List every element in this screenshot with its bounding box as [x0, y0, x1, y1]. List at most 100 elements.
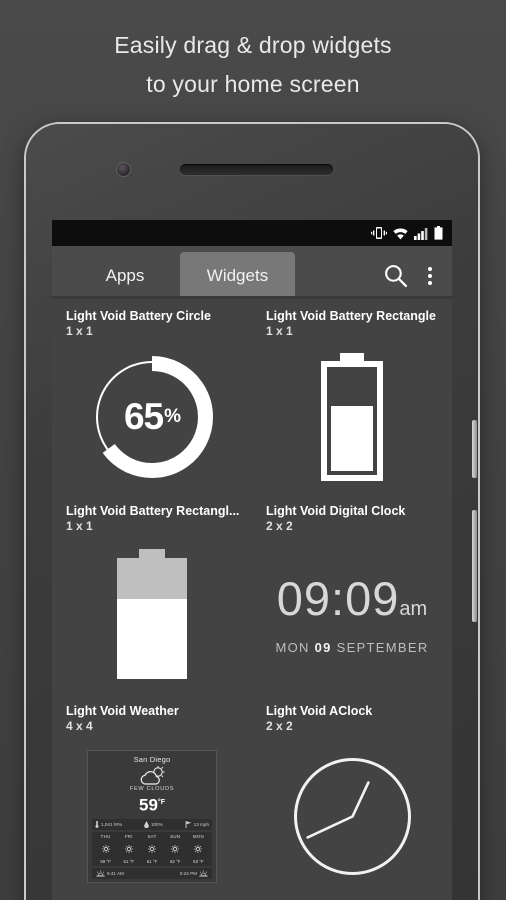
forecast-day: SAT 61 °F: [140, 834, 163, 864]
battery-percent-unit: %: [164, 405, 181, 427]
promo-headline: Easily drag & drop widgets to your home …: [0, 26, 506, 104]
power-button[interactable]: [472, 420, 477, 478]
tab-widgets-label: Widgets: [206, 265, 269, 285]
wifi-icon: [393, 227, 408, 239]
weather-humidity: 100%: [144, 820, 163, 828]
weather-wind: 13 mph: [185, 820, 209, 828]
forecast-temp: 63 °F: [193, 858, 204, 864]
weather-condition-icon-wrap: [92, 764, 212, 786]
widget-label-aclock: Light Void AClock 2 x 2: [252, 704, 452, 734]
weather-city: San Diego: [133, 755, 171, 765]
weather-sunrise: 6:41 AM: [96, 869, 124, 877]
forecast-icon-wrap: [140, 839, 163, 859]
clock-day: 09: [314, 640, 332, 655]
forecast-day: THU 59 °F: [94, 834, 117, 864]
widget-label-battery-rectangle: Light Void Battery Rectangle 1 x 1: [252, 309, 452, 339]
widget-preview-weather[interactable]: San Diego FEW CLOUDS 59°F 1,041 hPa 100%…: [52, 734, 252, 899]
volume-button[interactable]: [472, 510, 477, 622]
search-icon[interactable]: [383, 263, 408, 288]
tab-widgets[interactable]: Widgets: [180, 252, 295, 299]
widget-size: 2 x 2: [266, 719, 293, 733]
battery-circle-value: 65%: [87, 352, 217, 482]
forecast-icon-wrap: [164, 839, 187, 859]
overflow-menu-icon[interactable]: [422, 263, 438, 289]
battery-body: [117, 558, 187, 679]
clock-hour-hand: [350, 781, 370, 818]
weather-sunrise-time: 6:41 AM: [107, 870, 124, 876]
humidity-icon: [144, 820, 149, 828]
forecast-day: FRI 61 °F: [117, 834, 140, 864]
weather-wind-value: 13 mph: [193, 821, 209, 827]
battery-solid-icon: [117, 549, 187, 679]
weather-stats-row: 1,041 hPa 100% 13 mph: [92, 818, 212, 830]
weather-pressure-value: 1,041 hPa: [101, 821, 122, 827]
forecast-temp: 62 °F: [169, 858, 181, 864]
forecast-icon-wrap: [117, 839, 140, 859]
clock-weekday: MON: [275, 640, 310, 655]
weather-humidity-value: 100%: [150, 821, 163, 827]
battery-fill: [331, 405, 373, 471]
sun-icon: [147, 844, 157, 853]
weather-condition: FEW CLOUDS: [129, 786, 175, 793]
widget-size: 1 x 1: [66, 324, 93, 338]
drawer-tab-bar: Apps Widgets: [52, 246, 452, 299]
widget-preview-battery-rectangle-outline[interactable]: [252, 339, 452, 494]
weather-sunset: 5:24 PM: [179, 869, 208, 877]
widget-row-previews: 65%: [52, 339, 452, 494]
forecast-icon-wrap: [187, 839, 210, 859]
widget-row-labels: Light Void Battery Rectangl... 1 x 1 Lig…: [52, 494, 452, 534]
headline-line-1: Easily drag & drop widgets: [114, 32, 392, 58]
weather-sunset-time: 5:24 PM: [179, 870, 197, 876]
widget-label-battery-circle: Light Void Battery Circle 1 x 1: [52, 309, 252, 339]
widget-preview-digital-clock[interactable]: 09:09am MON 09 SEPTEMBER: [252, 534, 452, 694]
forecast-temp: 61 °F: [123, 858, 135, 864]
forecast-icon-wrap: [94, 839, 117, 859]
weather-forecast-row: THU 59 °F FRI 61 °F SAT 61 °F SUN 62 °F …: [92, 831, 212, 866]
phone-screen: Apps Widgets Light Void Battery Circle 1…: [52, 220, 452, 900]
tab-bar-actions: [383, 252, 452, 299]
widget-label-weather: Light Void Weather 4 x 4: [52, 704, 252, 734]
widget-label-battery-rectangle-solid: Light Void Battery Rectangl... 1 x 1: [52, 504, 252, 534]
weather-pressure: 1,041 hPa: [95, 820, 122, 828]
widget-title: Light Void AClock: [266, 704, 373, 718]
widget-title: Light Void Battery Rectangl...: [66, 504, 240, 518]
widget-title: Light Void Digital Clock: [266, 504, 406, 518]
widget-title: Light Void Battery Rectangle: [266, 309, 436, 323]
weather-sun-row: 6:41 AM 5:24 PM: [92, 867, 212, 879]
widget-row-previews: 09:09am MON 09 SEPTEMBER: [52, 534, 452, 694]
signal-icon: [414, 227, 428, 240]
headline-line-2: to your home screen: [146, 71, 360, 97]
widget-preview-aclock[interactable]: [252, 734, 452, 899]
battery-percent-number: 65: [123, 395, 164, 437]
weather-temp-unit: °F: [157, 799, 165, 807]
forecast-day: MON 63 °F: [187, 834, 210, 864]
wind-icon: [185, 820, 192, 828]
weather-temp-value: 59: [139, 795, 158, 815]
widget-size: 1 x 1: [266, 324, 293, 338]
clock-hhmm: 09:09: [276, 572, 400, 625]
sun-icon: [194, 844, 203, 853]
widget-preview-battery-rectangle-solid[interactable]: [52, 534, 252, 694]
status-bar: [52, 220, 452, 246]
widget-row-previews: San Diego FEW CLOUDS 59°F 1,041 hPa 100%…: [52, 734, 452, 899]
battery-body: [321, 360, 383, 481]
widget-size: 1 x 1: [66, 519, 93, 533]
digital-clock-time: 09:09am: [275, 573, 428, 635]
digital-clock: 09:09am MON 09 SEPTEMBER: [275, 573, 428, 656]
weather-temperature: 59°F: [92, 793, 212, 816]
widget-row-labels: Light Void Weather 4 x 4 Light Void AClo…: [52, 694, 452, 734]
widget-preview-battery-circle[interactable]: 65%: [52, 339, 252, 494]
tab-apps[interactable]: Apps: [70, 252, 180, 299]
battery-fill: [117, 599, 187, 679]
sun-icon: [171, 844, 180, 853]
widget-list: Light Void Battery Circle 1 x 1 Light Vo…: [52, 299, 452, 899]
forecast-temp: 61 °F: [146, 858, 158, 864]
sunrise-icon: [96, 869, 105, 877]
weather-widget: San Diego FEW CLOUDS 59°F 1,041 hPa 100%…: [87, 750, 217, 883]
clock-minute-hand: [305, 815, 354, 839]
pressure-icon: [95, 820, 99, 828]
sunset-icon: [199, 869, 208, 877]
front-camera-icon: [117, 163, 130, 176]
forecast-day: SUN 62 °F: [164, 834, 187, 864]
widget-title: Light Void Weather: [66, 704, 179, 718]
